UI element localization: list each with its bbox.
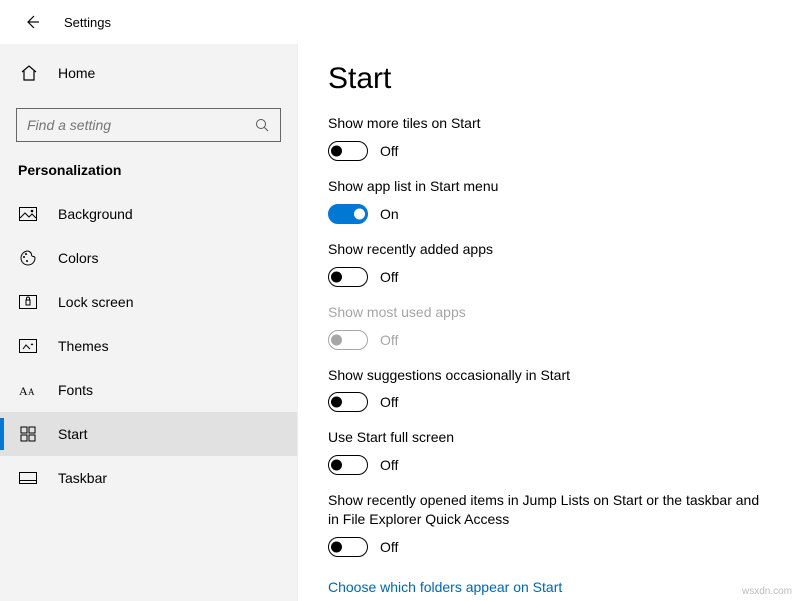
toggle-switch[interactable] [328, 537, 368, 557]
search-box[interactable] [16, 108, 281, 142]
window-title: Settings [64, 15, 111, 30]
toggle-switch [328, 330, 368, 350]
toggle-state-label: Off [380, 143, 398, 159]
setting-label: Show most used apps [328, 303, 770, 322]
sidebar-item-label: Fonts [58, 382, 93, 398]
search-input[interactable] [27, 117, 254, 133]
fonts-icon: AA [18, 380, 38, 400]
home-icon [18, 62, 40, 84]
taskbar-icon [18, 468, 38, 488]
sidebar-item-fonts[interactable]: AA Fonts [0, 368, 297, 412]
setting-row: Show suggestions occasionally in Start Of… [328, 366, 770, 413]
folders-link[interactable]: Choose which folders appear on Start [328, 579, 562, 595]
sidebar-item-background[interactable]: Background [0, 192, 297, 236]
sidebar-item-taskbar[interactable]: Taskbar [0, 456, 297, 500]
setting-label: Show recently opened items in Jump Lists… [328, 491, 770, 529]
toggle-switch[interactable] [328, 267, 368, 287]
toggle-switch[interactable] [328, 141, 368, 161]
sidebar-item-lock-screen[interactable]: Lock screen [0, 280, 297, 324]
setting-row: Show more tiles on Start Off [328, 114, 770, 161]
setting-label: Use Start full screen [328, 428, 770, 447]
page-title: Start [328, 62, 770, 96]
category-label: Personalization [0, 156, 297, 192]
setting-row: Use Start full screen Off [328, 428, 770, 475]
setting-row: Show recently opened items in Jump Lists… [328, 491, 770, 557]
setting-label: Show app list in Start menu [328, 177, 770, 196]
sidebar-item-label: Taskbar [58, 470, 107, 486]
toggle-switch[interactable] [328, 204, 368, 224]
themes-icon [18, 336, 38, 356]
toggle-state-label: Off [380, 269, 398, 285]
sidebar-item-label: Background [58, 206, 133, 222]
setting-row: Show app list in Start menu On [328, 177, 770, 224]
sidebar-item-label: Lock screen [58, 294, 133, 310]
setting-label: Show suggestions occasionally in Start [328, 366, 770, 385]
toggle-state-label: Off [380, 394, 398, 410]
svg-text:A: A [28, 387, 35, 397]
toggle-state-label: Off [380, 457, 398, 473]
toggle-state-label: On [380, 206, 399, 222]
sidebar-item-label: Colors [58, 250, 98, 266]
search-icon[interactable] [254, 117, 270, 133]
image-icon [18, 204, 38, 224]
toggle-switch[interactable] [328, 455, 368, 475]
sidebar-item-label: Start [58, 426, 88, 442]
home-label: Home [58, 65, 95, 81]
setting-label: Show recently added apps [328, 240, 770, 259]
setting-row: Show recently added apps Off [328, 240, 770, 287]
toggle-state-label: Off [380, 539, 398, 555]
sidebar-item-label: Themes [58, 338, 109, 354]
lock-screen-icon [18, 292, 38, 312]
setting-label: Show more tiles on Start [328, 114, 770, 133]
svg-text:A: A [19, 384, 28, 397]
sidebar: Home Personalization Background Colors [0, 44, 298, 601]
sidebar-item-colors[interactable]: Colors [0, 236, 297, 280]
toggle-state-label: Off [380, 332, 398, 348]
main-panel: Start Show more tiles on Start Off Show ap… [298, 44, 800, 601]
home-button[interactable]: Home [0, 52, 297, 94]
setting-row: Show most used apps Off [328, 303, 770, 350]
back-button[interactable] [18, 8, 46, 36]
start-icon [18, 424, 38, 444]
palette-icon [18, 248, 38, 268]
sidebar-item-themes[interactable]: Themes [0, 324, 297, 368]
watermark: wsxdn.com [742, 586, 792, 597]
sidebar-item-start[interactable]: Start [0, 412, 297, 456]
toggle-switch[interactable] [328, 392, 368, 412]
